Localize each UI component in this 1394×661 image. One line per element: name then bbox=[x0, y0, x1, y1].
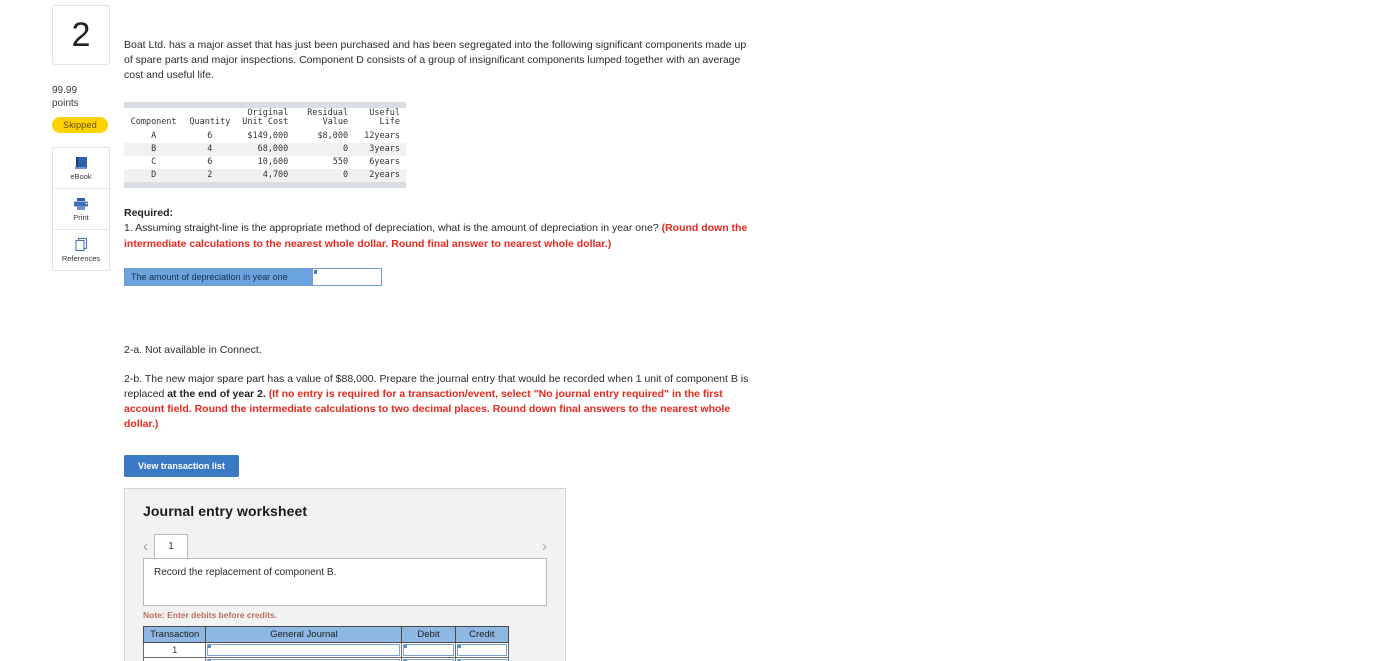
cell-component: B bbox=[124, 143, 184, 157]
table-header-row: Component Quantity Original Unit Cost Re… bbox=[124, 108, 406, 131]
prev-entry-arrow-icon[interactable]: ‹ bbox=[143, 539, 154, 558]
part-2b-text: 2-b. The new major spare part has a valu… bbox=[124, 372, 764, 433]
depreciation-answer-input[interactable] bbox=[313, 268, 381, 285]
question-rail: 2 99.99 points Skipped eBook Print Refer… bbox=[52, 5, 110, 271]
question-intro-text: Boat Ltd. has a major asset that has jus… bbox=[124, 39, 747, 82]
question-number: 2 bbox=[71, 16, 91, 54]
header-useful-life: Useful Life bbox=[356, 108, 406, 131]
print-label: Print bbox=[73, 212, 89, 222]
header-residual-line2: Value bbox=[322, 117, 349, 128]
table-row: B 4 68,000 0 3years bbox=[124, 143, 406, 157]
journal-row bbox=[142, 656, 510, 661]
table-bottom-bar bbox=[124, 182, 406, 189]
cell-component: C bbox=[151, 157, 157, 168]
status-badge: Skipped bbox=[52, 117, 108, 133]
points-value: 99.99 bbox=[52, 85, 78, 96]
header-component: Component bbox=[130, 117, 177, 128]
journal-input-credit[interactable] bbox=[456, 643, 507, 656]
question-number-box: 2 bbox=[52, 5, 110, 65]
journal-cell-debit[interactable] bbox=[401, 641, 456, 658]
journal-cell-credit[interactable] bbox=[454, 656, 510, 661]
cell-residual: 550 bbox=[332, 157, 349, 168]
references-button[interactable]: References bbox=[53, 230, 109, 270]
question-body: Boat Ltd. has a major asset that has jus… bbox=[124, 0, 1274, 661]
cell-component: D bbox=[124, 169, 184, 183]
ebook-label: eBook bbox=[70, 171, 92, 181]
required-item-1-text: 1. Assuming straight-line is the appropr… bbox=[124, 222, 662, 235]
cell-unit-cost: $149,000 bbox=[247, 131, 289, 142]
references-icon bbox=[74, 237, 89, 252]
cell-residual: 0 bbox=[298, 169, 357, 183]
cell-life: 3years bbox=[356, 143, 406, 157]
cell-quantity: 2 bbox=[183, 169, 237, 183]
tool-panel: eBook Print References bbox=[52, 147, 110, 271]
part-2b-bold: at the end of year 2. bbox=[167, 388, 266, 401]
journal-cell-general-journal[interactable] bbox=[205, 641, 403, 658]
depreciation-answer-input-cell[interactable] bbox=[312, 268, 381, 285]
worksheet-tabs-row: ‹ 1 › bbox=[143, 532, 547, 558]
component-data-table: Component Quantity Original Unit Cost Re… bbox=[124, 101, 406, 189]
print-button[interactable]: Print bbox=[53, 189, 109, 230]
worksheet-instruction-box: Record the replacement of component B. bbox=[143, 557, 547, 606]
journal-cell-debit[interactable] bbox=[401, 656, 456, 661]
cell-quantity: 6 bbox=[207, 157, 213, 168]
cell-residual: $8,000 bbox=[317, 131, 349, 142]
worksheet-instruction-text: Record the replacement of component B. bbox=[154, 566, 337, 578]
journal-input-debit[interactable] bbox=[403, 643, 454, 656]
journal-input-general-journal[interactable] bbox=[207, 643, 401, 656]
part-2a-text: 2-a. Not available in Connect. bbox=[124, 343, 262, 356]
references-label: References bbox=[61, 254, 101, 263]
table-row: A 6 $149,000 $8,000 12years bbox=[124, 130, 406, 143]
cell-unit-cost: 4,700 bbox=[236, 169, 299, 183]
journal-header-transaction: Transaction bbox=[142, 625, 207, 643]
journal-cell-general-journal[interactable] bbox=[205, 656, 403, 661]
worksheet-tab-1[interactable]: 1 bbox=[154, 533, 188, 558]
cell-life: 6years bbox=[369, 157, 400, 168]
table-row: C 6 10,600 550 6years bbox=[124, 156, 406, 169]
journal-row: 1 bbox=[142, 641, 510, 658]
journal-cell-transaction: 1 bbox=[142, 641, 207, 658]
journal-cell-transaction bbox=[142, 656, 207, 661]
required-section: Required: 1. Assuming straight-line is t… bbox=[124, 207, 764, 251]
table-row: D 2 4,700 0 2years bbox=[124, 169, 406, 183]
cell-quantity: 4 bbox=[183, 143, 237, 157]
cell-unit-cost: 10,600 bbox=[257, 157, 289, 168]
debits-before-credits-note: Note: Enter debits before credits. bbox=[143, 609, 278, 620]
required-item-1: 1. Assuming straight-line is the appropr… bbox=[124, 221, 764, 251]
cell-quantity: 6 bbox=[207, 131, 213, 142]
journal-entry-table: Transaction General Journal Debit Credit… bbox=[142, 625, 510, 661]
question-page: 2 99.99 points Skipped eBook Print Refer… bbox=[0, 0, 1394, 661]
header-life-line2: Life bbox=[379, 117, 400, 128]
points-label: points bbox=[52, 97, 79, 109]
cell-residual: 0 bbox=[298, 143, 357, 157]
journal-header-row: Transaction General Journal Debit Credit bbox=[142, 625, 510, 643]
header-original-unit-cost: Original Unit Cost bbox=[236, 108, 298, 131]
depreciation-answer-row: The amount of depreciation in year one bbox=[124, 267, 382, 286]
journal-header-general-journal: General Journal bbox=[205, 625, 403, 643]
journal-header-debit: Debit bbox=[401, 625, 456, 643]
view-transaction-list-button[interactable]: View transaction list bbox=[124, 454, 239, 477]
book-icon bbox=[74, 156, 89, 170]
next-entry-arrow-icon[interactable]: › bbox=[542, 539, 547, 554]
cell-life: 2years bbox=[356, 169, 406, 183]
required-heading: Required: bbox=[124, 207, 174, 220]
journal-cell-credit[interactable] bbox=[454, 641, 510, 658]
points-block: 99.99 points bbox=[52, 85, 112, 110]
ebook-button[interactable]: eBook bbox=[53, 148, 109, 189]
worksheet-title: Journal entry worksheet bbox=[143, 502, 308, 519]
printer-icon bbox=[73, 197, 89, 211]
header-residual-value: Residual Value bbox=[298, 108, 356, 131]
journal-entry-worksheet-panel: Journal entry worksheet ‹ 1 › Record the… bbox=[124, 487, 566, 661]
cell-life: 12years bbox=[364, 131, 400, 142]
header-original-line2: Unit Cost bbox=[242, 117, 289, 128]
depreciation-answer-label: The amount of depreciation in year one bbox=[125, 268, 312, 285]
journal-header-credit: Credit bbox=[454, 625, 510, 643]
cell-component: A bbox=[151, 131, 157, 142]
header-quantity: Quantity bbox=[189, 117, 231, 128]
cell-unit-cost: 68,000 bbox=[236, 143, 299, 157]
